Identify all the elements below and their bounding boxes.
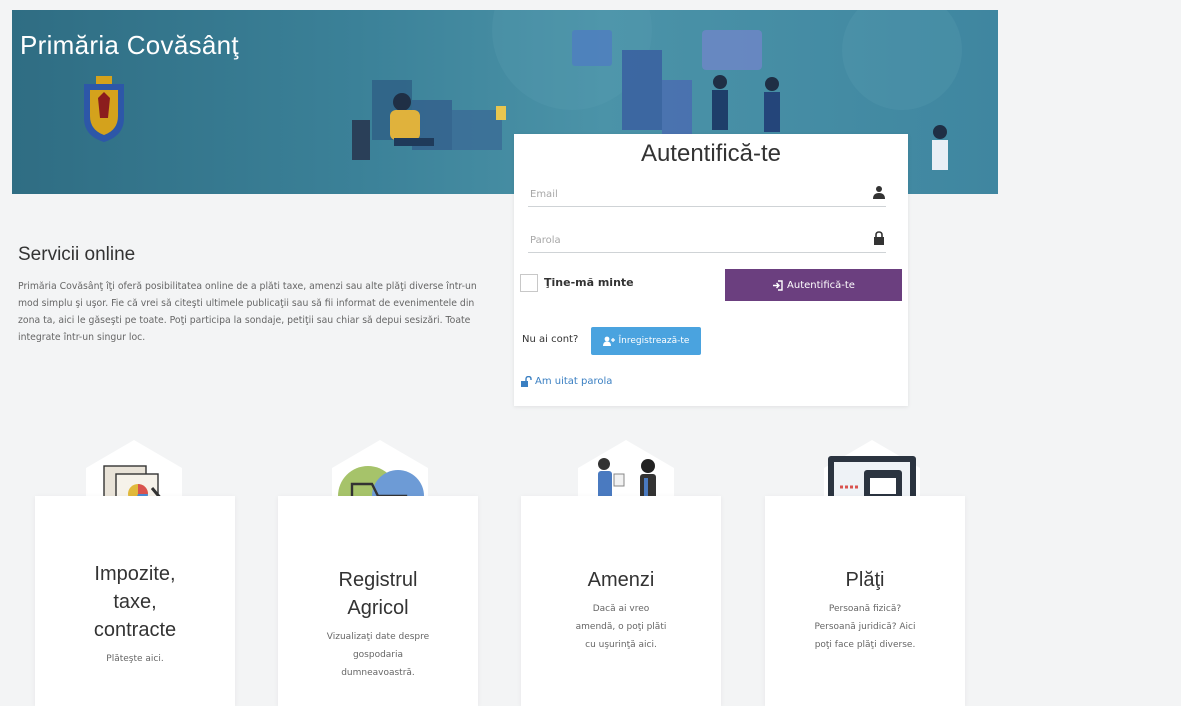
card-text: Vizualizaţi date despre gospodaria dumne…: [326, 632, 430, 678]
password-field-wrapper: [528, 228, 886, 253]
card-text: Plăteşte aici.: [106, 654, 164, 664]
email-input[interactable]: [528, 182, 862, 206]
login-button-label: Autentifică-te: [787, 279, 855, 291]
site-title[interactable]: Primăria Covăsânţ: [20, 30, 239, 61]
card-title: Registrul Agricol: [338, 569, 418, 619]
email-field-wrapper: [528, 182, 886, 207]
coat-of-arms-icon: [84, 76, 124, 142]
lock-icon: [874, 231, 884, 245]
card-text: Dacă ai vreo amendă, o poţi plăti cu uşu…: [575, 604, 667, 650]
card-title: Amenzi: [587, 569, 655, 591]
card-title: Plăţi: [845, 569, 885, 591]
login-panel: Autentifică-te Ţine-mă minte Autentifică…: [514, 134, 908, 406]
sign-in-icon: [773, 279, 783, 291]
services-description: Primăria Covăsânţ îţi oferă posibilitate…: [18, 281, 477, 343]
unlock-icon: [521, 376, 532, 387]
forgot-password-label: Am uitat parola: [535, 376, 613, 387]
remember-checkbox[interactable]: [520, 274, 538, 292]
remember-label: Ţine-mă minte: [544, 276, 634, 289]
forgot-password-link[interactable]: Am uitat parola: [520, 376, 612, 387]
card-title: Impozite, taxe, contracte: [93, 563, 177, 641]
card-text: Persoană fizică? Persoană juridică? Aici…: [814, 604, 916, 650]
login-title: Autentifică-te: [640, 140, 782, 167]
card-taxes[interactable]: Impozite, taxe, contracte Plăteşte aici.: [35, 496, 235, 706]
user-icon: [873, 186, 885, 199]
remember-me[interactable]: Ţine-mă minte: [520, 272, 710, 298]
card-agricultural-register[interactable]: Registrul Agricol Vizualizaţi date despr…: [278, 496, 478, 706]
no-account-text: Nu ai cont?: [522, 334, 579, 345]
card-fines[interactable]: Amenzi Dacă ai vreo amendă, o poţi plăti…: [521, 496, 721, 706]
user-plus-icon: [602, 336, 615, 346]
services-title: Servicii online: [18, 244, 136, 265]
register-button[interactable]: Înregistrează-te: [591, 327, 701, 355]
login-button[interactable]: Autentifică-te: [725, 269, 902, 301]
card-payments[interactable]: Plăţi Persoană fizică? Persoană juridică…: [765, 496, 965, 706]
password-input[interactable]: [528, 228, 862, 252]
register-button-label: Înregistrează-te: [618, 336, 690, 346]
